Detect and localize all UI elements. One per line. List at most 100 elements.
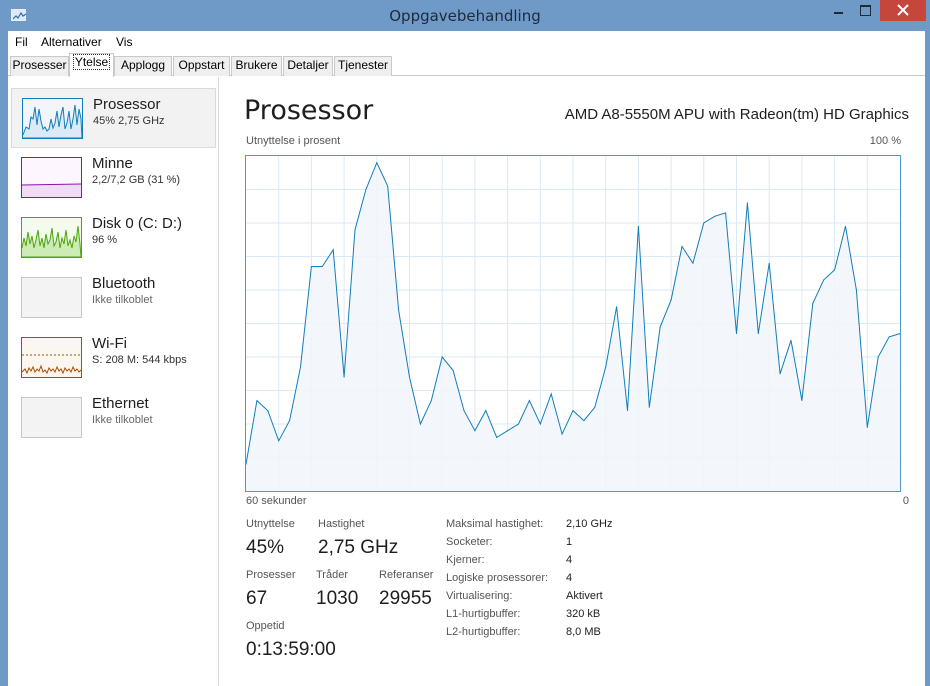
sidebar-item-processor[interactable]: Prosessor 45% 2,75 GHz — [11, 88, 216, 148]
cpu-sample-point — [725, 212, 727, 214]
bluetooth-thumbnail-graph — [21, 277, 82, 318]
tab-performance[interactable]: Ytelse — [69, 53, 114, 77]
cpu-sample-point — [714, 215, 716, 217]
spec-label: Maksimal hastighet: — [446, 518, 544, 530]
spec-value: 320 kB — [566, 608, 601, 620]
spec-label: Socketer: — [446, 536, 493, 548]
processes-value: 67 — [246, 588, 268, 609]
cpu-sample-point — [866, 426, 868, 428]
menu-view[interactable]: Vis — [116, 35, 132, 49]
menu-file[interactable]: Fil — [15, 35, 28, 49]
menu-options[interactable]: Alternativer — [41, 35, 102, 49]
sidebar-item-label: Bluetooth — [92, 275, 156, 292]
sidebar-item-label: Wi-Fi — [92, 335, 127, 352]
cpu-sample-point — [539, 423, 541, 425]
cpu-sample-point — [637, 225, 639, 227]
processor-detail-pane: Prosessor AMD A8-5550M APU with Radeon(t… — [220, 77, 925, 686]
threads-label: Tråder — [316, 569, 348, 581]
spec-label: L1-hurtigbuffer: — [446, 608, 521, 620]
cpu-sample-point — [289, 420, 291, 422]
cpu-sample-point — [616, 306, 618, 308]
processes-label: Prosesser — [246, 569, 296, 581]
cpu-sample-point — [812, 302, 814, 304]
sidebar-item-wifi[interactable]: Wi-Fi S: 208 M: 544 kbps — [11, 328, 216, 388]
disk-thumbnail-graph — [21, 217, 82, 258]
sidebar-item-label: Disk 0 (C: D:) — [92, 215, 182, 232]
tab-details[interactable]: Detaljer — [283, 56, 333, 76]
close-button[interactable] — [880, 0, 926, 21]
uptime-value: 0:13:59:00 — [246, 639, 336, 660]
threads-value: 1030 — [316, 588, 359, 609]
cpu-sample-point — [605, 366, 607, 368]
spec-value: 4 — [566, 572, 573, 584]
menu-bar: Fil Alternativer Vis — [8, 31, 925, 53]
tab-users[interactable]: Brukere — [231, 56, 282, 76]
title-bar[interactable]: Oppgavebehandling — [0, 0, 930, 31]
cpu-sample-point — [746, 202, 748, 204]
sidebar-item-value: S: 208 M: 544 kbps — [92, 354, 187, 366]
cpu-sample-point — [583, 420, 585, 422]
cpu-sample-point — [692, 262, 694, 264]
cpu-sample-point — [627, 410, 628, 412]
handles-value: 29955 — [379, 588, 432, 609]
cpu-sample-point — [485, 410, 487, 412]
sidebar-item-disk[interactable]: Disk 0 (C: D:) 96 % — [11, 208, 216, 268]
cpu-sample-point — [387, 185, 389, 187]
cpu-sample-point — [398, 309, 400, 311]
speed-value: 2,75 GHz — [318, 537, 399, 558]
graph-x-min-label: 0 — [902, 495, 909, 507]
cpu-sample-point — [648, 406, 650, 408]
cpu-sample-point — [507, 430, 509, 432]
cpu-sample-point — [332, 249, 334, 251]
sidebar-item-label: Prosessor — [93, 96, 161, 113]
cpu-sample-point — [321, 266, 323, 268]
cpu-utilization-chart — [245, 156, 901, 491]
sidebar-item-value: Ikke tilkoblet — [92, 294, 153, 306]
minimize-button[interactable] — [825, 0, 852, 21]
cpu-sample-point — [550, 393, 552, 395]
maximize-button[interactable] — [852, 0, 879, 21]
tab-app-history[interactable]: Applogg — [114, 56, 172, 76]
cpu-sample-point — [278, 440, 280, 442]
sidebar-item-memory[interactable]: Minne 2,2/7,2 GB (31 %) — [11, 148, 216, 208]
cpu-sample-point — [474, 430, 476, 432]
cpu-sample-point — [518, 423, 519, 425]
utilization-label: Utnyttelse — [246, 518, 295, 530]
cpu-sample-point — [419, 423, 421, 425]
sidebar-item-value: 2,2/7,2 GB (31 %) — [92, 174, 181, 186]
performance-sidebar: Prosessor 45% 2,75 GHz Minne 2,2/7,2 GB … — [8, 77, 219, 686]
spec-value: 1 — [566, 536, 573, 548]
tab-services[interactable]: Tjenester — [334, 56, 392, 76]
cpu-sample-point — [354, 229, 356, 231]
cpu-sample-point — [670, 299, 672, 301]
cpu-sample-point — [528, 400, 530, 402]
tab-processes[interactable]: Prosesser — [10, 56, 69, 76]
graph-y-axis-label: Utnyttelse i prosent — [246, 135, 341, 147]
cpu-sample-point — [267, 410, 269, 412]
tab-startup[interactable]: Oppstart — [173, 56, 230, 76]
speed-label: Hastighet — [318, 518, 365, 530]
graph-y-max-label: 100 % — [869, 135, 901, 147]
sidebar-item-ethernet[interactable]: Ethernet Ikke tilkoblet — [11, 388, 216, 448]
utilization-value: 45% — [246, 537, 285, 558]
spec-label: L2-hurtigbuffer: — [446, 626, 521, 638]
spec-value: 8,0 MB — [566, 626, 601, 638]
sidebar-item-value: 45% 2,75 GHz — [93, 115, 165, 127]
cpu-sample-point — [452, 369, 454, 371]
cpu-sample-point — [496, 436, 498, 438]
spec-value: Aktivert — [566, 590, 603, 602]
page-title: Prosessor — [244, 95, 374, 126]
cpu-sample-point — [300, 366, 301, 368]
cpu-sample-point — [834, 269, 836, 271]
cpu-sample-point — [409, 376, 410, 378]
cpu-utilization-graph — [245, 155, 901, 492]
cpu-sample-point — [801, 400, 803, 402]
handles-label: Referanser — [379, 569, 434, 581]
spec-label: Kjerner: — [446, 554, 485, 566]
cpu-sample-point — [463, 410, 465, 412]
cpu-sample-point — [594, 406, 596, 408]
sidebar-item-bluetooth[interactable]: Bluetooth Ikke tilkoblet — [11, 268, 216, 328]
cpu-sample-point — [823, 279, 825, 281]
spec-label: Virtualisering: — [446, 590, 513, 602]
cpu-sample-point — [757, 333, 759, 335]
